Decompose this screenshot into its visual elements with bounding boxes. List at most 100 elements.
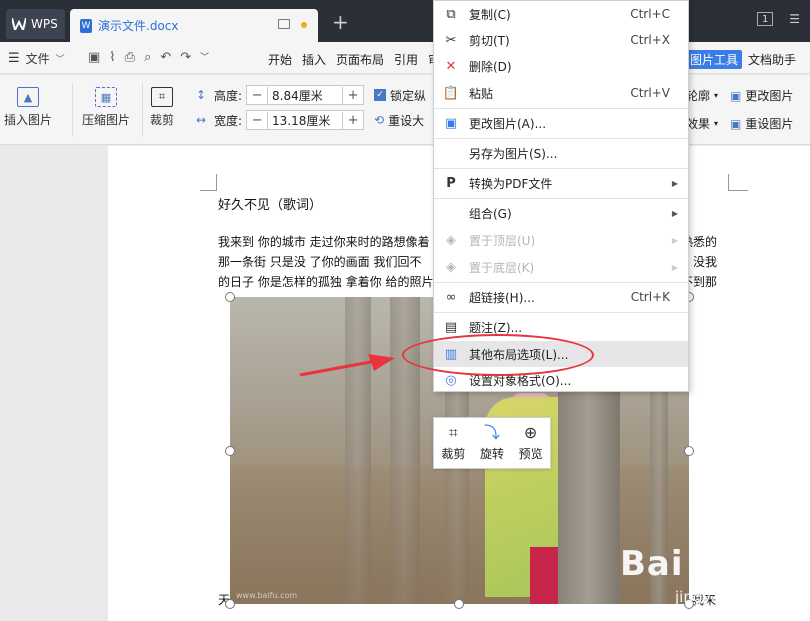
height-stepper[interactable]: − 8.84厘米 + [246, 85, 365, 105]
reset-size-icon: ⟲ [374, 113, 385, 127]
height-decrement-button[interactable]: − [247, 88, 267, 103]
print-icon[interactable]: ⎙ [125, 50, 135, 65]
float-crop-button[interactable]: ⌗ 裁剪 [441, 424, 465, 462]
crop-button[interactable]: ⌗ 裁剪 [150, 87, 174, 128]
width-input[interactable]: 13.18厘米 [267, 111, 344, 129]
ribbon-divider [72, 83, 73, 137]
zoom-in-icon: ⊕ [523, 423, 538, 442]
menu-separator [434, 168, 688, 169]
layers-icon: ◈ [446, 259, 456, 275]
width-increment-button[interactable]: + [343, 113, 363, 128]
height-label: 高度: [214, 88, 243, 103]
menu-separator [434, 312, 688, 313]
resize-handle-bottom-left[interactable] [225, 599, 235, 609]
menu-item-bring-to-front: ◈ 置于顶层(U) ▶ [434, 227, 688, 253]
wps-home-tab[interactable]: WPS [6, 9, 65, 39]
float-crop-label: 裁剪 [441, 447, 466, 461]
chevron-down-icon[interactable]: ﹀ [200, 50, 209, 65]
unsaved-dot-icon [301, 22, 307, 28]
menu-item-change-picture[interactable]: ▣ 更改图片(A)... [434, 110, 688, 136]
tab-doc-helper[interactable]: 文档助手 [748, 51, 796, 68]
menu-separator [434, 282, 688, 283]
link-icon: ∞ [445, 289, 457, 305]
resize-handle-bottom-middle[interactable] [454, 599, 464, 609]
height-input[interactable]: 8.84厘米 [267, 86, 344, 104]
tab-picture-tools[interactable]: 图片工具 [686, 50, 743, 69]
wps-tab-label: WPS [31, 17, 58, 31]
window-count-badge[interactable]: 1 [757, 12, 774, 26]
file-menu-label: 文件 [25, 52, 50, 66]
document-title: 好久不见（歌词） [218, 198, 323, 213]
monitor-icon[interactable] [278, 19, 290, 29]
change-picture-icon: ▣ [444, 115, 458, 131]
lock-ratio-label: 锁定纵 [390, 88, 427, 103]
resize-handle-top-left[interactable] [225, 292, 235, 302]
tab-references[interactable]: 引用 [394, 51, 418, 68]
document-tab[interactable]: W 演示文件.docx [70, 9, 318, 42]
copy-icon: ⧉ [446, 6, 456, 22]
baidu-logo: Bai du [620, 544, 747, 584]
menu-item-copy[interactable]: ⧉ 复制(C) Ctrl+C [434, 1, 688, 27]
crop-icon: ⌗ [448, 423, 458, 442]
width-label: 宽度: [214, 113, 243, 128]
ribbon-divider [142, 83, 143, 137]
redo-icon[interactable]: ↷ [180, 50, 191, 65]
menu-separator [434, 138, 688, 139]
menu-item-hyperlink[interactable]: ∞ 超链接(H)... Ctrl+K [434, 284, 688, 310]
menu-item-shortcut: Ctrl+V [630, 86, 670, 100]
effect-button[interactable]: 效果 ▾ ▣ 重设图片 [686, 115, 793, 132]
menu-item-label: 题注(Z)... [469, 320, 523, 335]
print-preview-icon[interactable]: ⌕ [144, 50, 151, 65]
format-object-icon: ◎ [445, 372, 457, 388]
compress-picture-label: 压缩图片 [82, 113, 131, 127]
resize-handle-middle-left[interactable] [225, 446, 235, 456]
menu-item-save-as-picture[interactable]: 另存为图片(S)... [434, 140, 688, 166]
pdf-icon: P [446, 175, 456, 191]
picture-icon: ▲ [17, 87, 39, 107]
document-tab-label: 演示文件.docx [98, 19, 179, 33]
height-increment-button[interactable]: + [343, 88, 363, 103]
word-doc-icon: W [80, 18, 92, 33]
menu-item-convert-pdf[interactable]: P 转换为PDF文件 ▶ [434, 170, 688, 196]
menu-item-label: 复制(C) [469, 7, 511, 22]
tab-start[interactable]: 开始 [268, 51, 292, 68]
reset-picture-button[interactable]: 重设图片 [745, 115, 793, 132]
new-tab-plus-icon[interactable]: + [332, 12, 349, 32]
menu-item-delete[interactable]: ✕ 删除(D) [434, 53, 688, 79]
width-stepper[interactable]: − 13.18厘米 + [246, 110, 365, 130]
undo-icon[interactable]: ↶ [160, 50, 171, 65]
save-icon[interactable]: ▣ [88, 50, 100, 65]
float-rotate-button[interactable]: ⤵ 旋转 [480, 424, 504, 462]
file-menu[interactable]: ☰ 文件 ﹀ [8, 50, 65, 67]
menu-lines-icon[interactable]: ☰ [789, 12, 800, 26]
effect-label: 效果 [686, 117, 711, 131]
crop-icon: ⌗ [151, 87, 173, 107]
tab-page-layout[interactable]: 页面布局 [336, 51, 384, 68]
change-picture-button[interactable]: 更改图片 [745, 87, 793, 104]
menu-item-label: 另存为图片(S)... [469, 146, 558, 161]
format-painter-icon[interactable]: ⌇ [109, 50, 115, 65]
resize-handle-middle-right[interactable] [684, 446, 694, 456]
menu-item-paste[interactable]: 📋 粘贴 Ctrl+V [434, 80, 688, 106]
lock-ratio-checkbox[interactable]: ✓ [374, 89, 387, 101]
height-control: ↕ 高度: − 8.84厘米 + ✓ 锁定纵 [196, 85, 426, 105]
compress-picture-button[interactable]: ▦ 压缩图片 [82, 87, 130, 128]
outline-button[interactable]: 轮廓 ▾ ▣ 更改图片 [686, 87, 793, 104]
float-preview-button[interactable]: ⊕ 预览 [519, 424, 543, 462]
width-icon: ↔ [196, 113, 207, 127]
menu-item-cut[interactable]: ✂ 剪切(T) Ctrl+X [434, 27, 688, 53]
width-decrement-button[interactable]: − [247, 113, 267, 128]
menu-item-group[interactable]: 组合(G) ▶ [434, 200, 688, 226]
menu-item-label: 置于底层(K) [469, 260, 535, 275]
jingyan-text: jingyan [675, 588, 730, 606]
reset-picture-icon: ▣ [730, 116, 742, 131]
menu-item-label: 转换为PDF文件 [469, 176, 553, 191]
compress-icon: ▦ [95, 87, 117, 107]
reset-size-button[interactable]: 重设大 [388, 112, 424, 129]
quick-access-toolbar: ▣ ⌇ ⎙ ⌕ ↶ ↷ ﹀ [88, 50, 209, 65]
tab-insert[interactable]: 插入 [302, 51, 326, 68]
insert-picture-label: 插入图片 [4, 113, 53, 127]
menu-separator [434, 198, 688, 199]
insert-picture-button[interactable]: ▲ 插入图片 [4, 87, 52, 128]
submenu-arrow-icon: ▶ [671, 178, 678, 188]
